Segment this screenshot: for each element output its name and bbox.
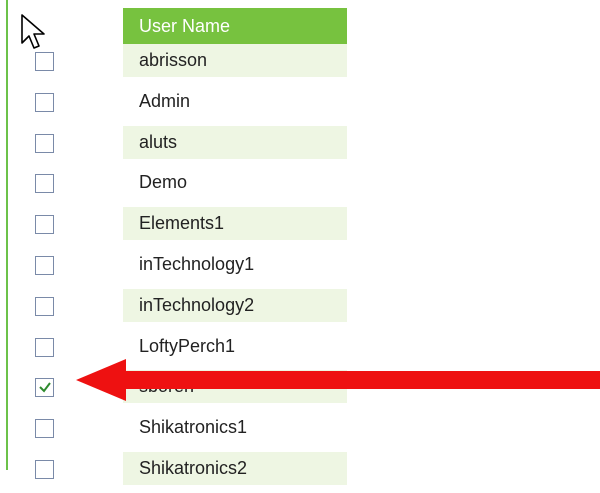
user-name-cell[interactable]: inTechnology1 (123, 248, 347, 281)
user-name-cell[interactable]: Demo (123, 166, 347, 199)
select-user-checkbox[interactable] (35, 92, 54, 112)
checkbox-cell (8, 289, 123, 330)
select-user-checkbox[interactable] (35, 52, 54, 71)
table-row[interactable]: Admin (8, 85, 347, 126)
checkbox-cell (8, 411, 123, 452)
checkbox-cell (8, 248, 123, 289)
user-name-cell[interactable]: Admin (123, 85, 347, 118)
table-row[interactable]: LoftyPerch1 (8, 330, 347, 371)
select-user-checkbox[interactable] (35, 133, 54, 153)
table-header: User Name (8, 8, 347, 44)
table-row[interactable]: inTechnology1 (8, 248, 347, 289)
checkbox-cell (8, 44, 123, 85)
select-user-checkbox[interactable] (35, 174, 54, 194)
table-row[interactable]: Shikatronics1 (8, 411, 347, 452)
select-user-checkbox[interactable] (35, 378, 54, 398)
select-user-checkbox[interactable] (35, 215, 54, 235)
checkbox-cell (8, 370, 123, 411)
select-user-checkbox[interactable] (35, 337, 54, 357)
checkbox-cell (8, 207, 123, 248)
table-row[interactable]: Shikatronics2 (8, 451, 347, 493)
select-user-checkbox[interactable] (35, 459, 54, 479)
table-row[interactable]: sboren (8, 370, 347, 411)
user-name-cell[interactable]: Shikatronics1 (123, 411, 347, 444)
checkbox-cell (8, 452, 123, 493)
table-row[interactable]: aluts (8, 125, 347, 167)
checkbox-cell (8, 85, 123, 126)
user-name-cell[interactable]: Shikatronics2 (123, 451, 347, 485)
user-name-cell[interactable]: Elements1 (123, 207, 347, 241)
user-name-cell[interactable]: aluts (123, 125, 347, 159)
select-user-checkbox[interactable] (35, 419, 54, 439)
user-name-cell[interactable]: abrisson (123, 44, 347, 77)
checkbox-cell (8, 330, 123, 371)
select-user-checkbox[interactable] (35, 255, 54, 275)
table-row[interactable]: inTechnology2 (8, 288, 347, 330)
user-name-cell[interactable]: inTechnology2 (123, 288, 347, 322)
table-row[interactable]: Elements1 (8, 207, 347, 248)
user-list-panel: User Name abrisson Admin aluts Demo Elements… (0, 0, 600, 485)
user-name-cell[interactable]: LoftyPerch1 (123, 330, 347, 363)
table-row[interactable]: Demo (8, 166, 347, 207)
table-row[interactable]: abrisson (8, 44, 347, 85)
select-user-checkbox[interactable] (35, 296, 54, 316)
checkmark-icon (39, 382, 51, 393)
checkbox-cell (8, 166, 123, 207)
checkbox-cell (8, 126, 123, 167)
column-header-user-name[interactable]: User Name (123, 8, 347, 44)
user-table-body: abrisson Admin aluts Demo Elements1 inTechnol… (8, 44, 347, 493)
user-name-cell[interactable]: sboren (123, 370, 347, 404)
